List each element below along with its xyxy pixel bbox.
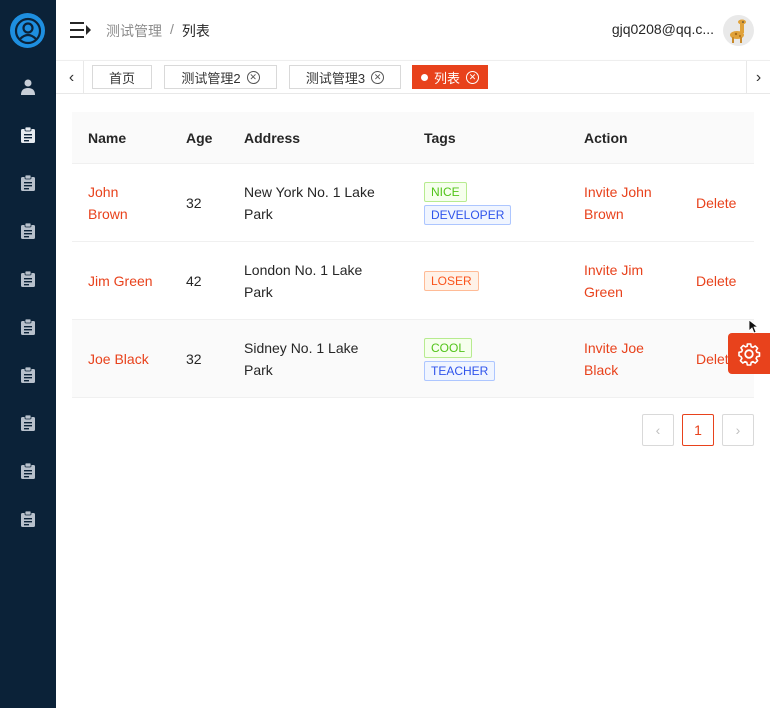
- breadcrumb-current: 列表: [181, 23, 210, 39]
- tab-label: 测试管理2: [181, 70, 241, 86]
- close-icon[interactable]: ✕: [466, 70, 479, 84]
- settings-button[interactable]: [728, 333, 770, 374]
- row-tags: COOL TEACHER: [424, 338, 496, 384]
- row-name-link[interactable]: John Brown: [88, 181, 158, 225]
- tab-home[interactable]: 首页: [92, 65, 152, 89]
- clipboard-icon: [21, 319, 35, 335]
- tab-label: 测试管理3: [305, 70, 366, 86]
- clipboard-icon: [21, 271, 35, 287]
- avatar[interactable]: [723, 15, 754, 46]
- clipboard-icon: [21, 127, 35, 143]
- row-address: London No. 1 Lake Park: [244, 262, 363, 300]
- breadcrumb-separator: /: [170, 21, 174, 37]
- breadcrumb: 测试管理 / 列表: [106, 21, 210, 41]
- sidebar-item-user[interactable]: [19, 78, 37, 96]
- tag: LOSER: [424, 271, 479, 291]
- close-icon[interactable]: ✕: [371, 70, 385, 84]
- mouse-cursor-icon: [748, 319, 760, 334]
- gear-icon: [738, 342, 761, 366]
- user-icon: [21, 79, 35, 95]
- sidebar-item-test-1[interactable]: [19, 126, 37, 144]
- column-header-action: Action: [584, 130, 628, 146]
- row-tags: NICE DEVELOPER: [424, 182, 512, 228]
- sidebar-item-test-5[interactable]: [19, 318, 37, 336]
- pagination-prev-button[interactable]: ‹: [642, 414, 674, 446]
- sidebar-item-test-9[interactable]: [19, 510, 37, 528]
- column-header-address: Address: [244, 130, 301, 146]
- row-address: New York No. 1 Lake Park: [244, 184, 375, 222]
- tabs-bar: ‹ 首页 测试管理2 ✕ 测试管理3 ✕ 列表 ✕ ›: [56, 60, 770, 94]
- data-table: Name Age Address Tags Action John Brown …: [72, 112, 754, 398]
- sidebar-item-test-7[interactable]: [19, 414, 37, 432]
- table-row: John Brown 32 New York No. 1 Lake Park N…: [72, 164, 754, 242]
- row-age: 32: [186, 351, 202, 367]
- row-address: Sidney No. 1 Lake Park: [244, 340, 359, 378]
- sidebar-item-test-3[interactable]: [19, 222, 37, 240]
- clipboard-icon: [21, 367, 35, 383]
- pagination-next-button[interactable]: ›: [722, 414, 754, 446]
- table-header: Name Age Address Tags Action: [72, 112, 754, 164]
- tag: DEVELOPER: [424, 205, 512, 225]
- pagination-page-1[interactable]: 1: [682, 414, 714, 446]
- clipboard-icon: [21, 463, 35, 479]
- clipboard-icon: [21, 415, 35, 431]
- tag: TEACHER: [424, 361, 496, 381]
- menu-fold-icon[interactable]: [70, 21, 92, 39]
- chevron-right-icon: ›: [755, 68, 762, 86]
- tab-list[interactable]: 列表 ✕: [412, 65, 488, 89]
- row-name-link[interactable]: Jim Green: [88, 270, 153, 292]
- sidebar: [0, 0, 56, 708]
- table-row: Joe Black 32 Sidney No. 1 Lake Park COOL…: [72, 320, 754, 398]
- active-dot-icon: [420, 73, 428, 81]
- clipboard-icon: [21, 223, 35, 239]
- row-name-link[interactable]: Joe Black: [88, 348, 149, 370]
- tabs-scroll-right-button[interactable]: ›: [746, 61, 770, 94]
- invite-link[interactable]: Invite John Brown: [584, 181, 674, 225]
- clipboard-icon: [21, 175, 35, 191]
- sidebar-item-test-6[interactable]: [19, 366, 37, 384]
- invite-link[interactable]: Invite Jim Green: [584, 259, 664, 303]
- column-header-age: Age: [186, 130, 213, 146]
- delete-link[interactable]: Delete: [696, 270, 736, 292]
- header: 测试管理 / 列表 gjq0208@qq.c...: [56, 0, 770, 60]
- delete-link[interactable]: Delete: [696, 192, 736, 214]
- row-age: 42: [186, 273, 202, 289]
- clipboard-icon: [21, 511, 35, 527]
- chevron-left-icon: ‹: [68, 68, 75, 86]
- column-header-tags: Tags: [424, 130, 456, 146]
- main-content: Name Age Address Tags Action John Brown …: [56, 94, 770, 708]
- pagination: ‹ 1 ›: [642, 414, 754, 446]
- tab-label: 首页: [108, 70, 135, 86]
- tab-test-2[interactable]: 测试管理2 ✕: [164, 65, 277, 89]
- tabs-scroll-left-button[interactable]: ‹: [60, 61, 84, 94]
- row-tags: LOSER: [424, 271, 479, 294]
- table-row: Jim Green 42 London No. 1 Lake Park LOSE…: [72, 242, 754, 320]
- breadcrumb-parent[interactable]: 测试管理: [106, 21, 162, 41]
- tag: COOL: [424, 338, 473, 358]
- invite-link[interactable]: Invite Joe Black: [584, 337, 664, 381]
- row-age: 32: [186, 195, 202, 211]
- tab-label: 列表: [433, 70, 460, 86]
- tab-test-3[interactable]: 测试管理3 ✕: [289, 65, 401, 89]
- tag: NICE: [424, 182, 467, 202]
- user-email[interactable]: gjq0208@qq.c...: [612, 21, 714, 37]
- sidebar-item-test-4[interactable]: [19, 270, 37, 288]
- giraffe-avatar-icon: [729, 19, 746, 43]
- column-header-name: Name: [88, 130, 127, 146]
- close-icon[interactable]: ✕: [246, 70, 260, 84]
- sidebar-item-test-2[interactable]: [19, 174, 37, 192]
- logo-user-icon[interactable]: [10, 13, 45, 48]
- sidebar-item-test-8[interactable]: [19, 462, 37, 480]
